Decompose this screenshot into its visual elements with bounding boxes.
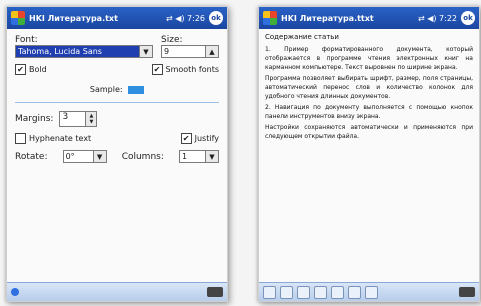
- status-indicators: ⇄ ◀) 7:26: [165, 13, 205, 23]
- margins-stepper[interactable]: 3 ▲ ▼: [59, 111, 98, 127]
- start-logo-icon[interactable]: [263, 11, 277, 25]
- bottom-menubar: [7, 282, 227, 301]
- bookmark-icon[interactable]: [280, 285, 293, 299]
- doc-paragraph: Настройки сохраняются автоматически и пр…: [265, 124, 473, 140]
- sample-label: Sample:: [89, 85, 123, 94]
- columns-label: Columns:: [121, 151, 164, 162]
- reader-screen: HKI Литература.ttxt ⇄ ◀) 7:22 ok Содержа…: [258, 6, 480, 302]
- doc-paragraph: 1. Пример форматированного документа, ко…: [265, 46, 473, 71]
- bold-label: Bold: [29, 65, 47, 74]
- chevron-down-icon[interactable]: ▼: [204, 151, 218, 162]
- keyboard-icon[interactable]: [459, 287, 475, 297]
- page-icon[interactable]: [314, 285, 327, 299]
- columns-select[interactable]: 1 ▼: [178, 150, 219, 163]
- keyboard-icon[interactable]: [207, 287, 223, 297]
- font-label: Font:: [15, 35, 38, 45]
- rotate-select[interactable]: 0° ▼: [62, 150, 107, 163]
- rotate-value: 0°: [65, 152, 75, 161]
- window-title: HKI Литература.txt: [29, 13, 118, 23]
- chevron-down-icon[interactable]: ▼: [92, 151, 106, 162]
- columns-value: 1: [181, 152, 188, 161]
- search-icon[interactable]: [365, 285, 378, 299]
- chevron-down-icon[interactable]: ▼: [139, 46, 152, 57]
- checkmark-icon[interactable]: ✔: [151, 64, 163, 75]
- open-icon[interactable]: [263, 285, 276, 299]
- settings-screen: HKI Литература.txt ⇄ ◀) 7:26 ok Font: Ta…: [6, 6, 228, 302]
- document-text[interactable]: Содержание статьи 1. Пример форматирован…: [259, 29, 479, 147]
- size-label: Size:: [161, 35, 183, 45]
- titlebar: HKI Литература.txt ⇄ ◀) 7:26 ok: [7, 7, 227, 29]
- smooth-fonts-checkbox[interactable]: ✔ Smooth fonts: [151, 64, 220, 75]
- doc-paragraph: 2. Навигация по документу выполняется с …: [265, 104, 473, 120]
- hyphenate-checkbox[interactable]: Hyphenate text: [15, 133, 91, 144]
- doc-title: Содержание статьи: [265, 33, 339, 41]
- window-title: HKI Литература.ttxt: [281, 13, 374, 23]
- justify-checkbox[interactable]: ✔ Justify: [180, 133, 219, 144]
- font-select[interactable]: Tahoma, Lucida Sans ▼: [15, 45, 153, 58]
- reader-toolbar: [259, 282, 479, 301]
- margins-label: Margins:: [15, 114, 54, 124]
- chevron-down-icon[interactable]: ▲: [205, 46, 218, 57]
- size-select[interactable]: 9 ▲: [161, 45, 219, 58]
- sample-preview: Sample:: [15, 85, 219, 94]
- ok-button[interactable]: ok: [209, 11, 223, 25]
- divider: [15, 102, 219, 103]
- sample-swatch: [128, 85, 145, 94]
- margins-value: 3: [62, 112, 69, 122]
- hyphenate-label: Hyphenate text: [29, 134, 92, 143]
- smooth-fonts-label: Smooth fonts: [165, 65, 220, 74]
- status-indicators: ⇄ ◀) 7:22: [417, 13, 457, 23]
- rotate-label: Rotate:: [15, 151, 48, 162]
- settings-icon[interactable]: [348, 285, 361, 299]
- ok-button[interactable]: ok: [461, 11, 475, 25]
- checkmark-icon[interactable]: ✔: [180, 133, 192, 144]
- start-logo-icon[interactable]: [11, 11, 25, 25]
- font-value: Tahoma, Lucida Sans: [18, 47, 102, 56]
- empty-checkbox-icon[interactable]: [15, 133, 26, 144]
- size-value: 9: [164, 47, 170, 56]
- zoom-icon[interactable]: [331, 285, 344, 299]
- doc-paragraph: Программа позволяет выбирать шрифт, разм…: [265, 75, 473, 100]
- justify-label: Justify: [194, 134, 219, 143]
- checkmark-icon[interactable]: ✔: [15, 64, 26, 75]
- settings-panel: Font: Tahoma, Lucida Sans ▼ Size: 9 ▲ ✔ …: [7, 29, 227, 169]
- bold-checkbox[interactable]: ✔ Bold: [15, 64, 47, 75]
- up-down-arrows-icon[interactable]: ▲ ▼: [85, 112, 97, 126]
- folder-icon[interactable]: [297, 285, 310, 299]
- sip-dot-icon[interactable]: [11, 288, 19, 296]
- titlebar: HKI Литература.ttxt ⇄ ◀) 7:22 ok: [259, 7, 479, 29]
